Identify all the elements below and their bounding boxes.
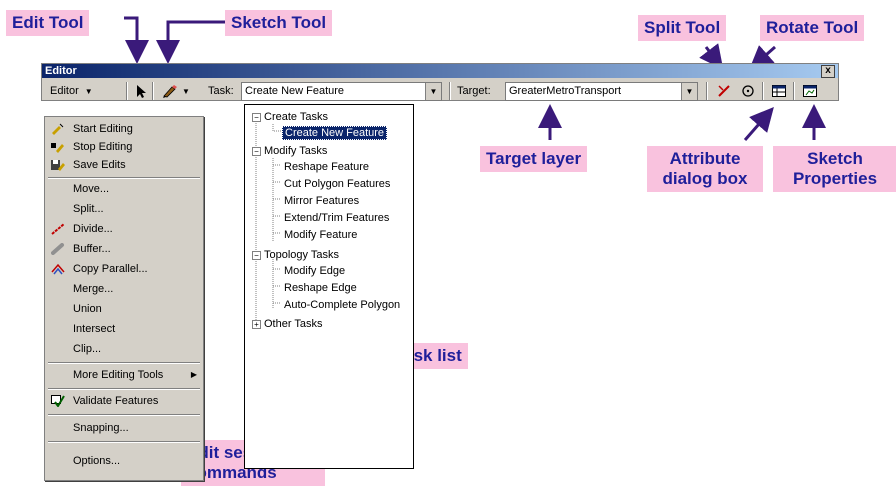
tree-group-other-tasks[interactable]: Other Tasks <box>264 316 323 332</box>
menu-item-merge[interactable]: Merge... <box>45 280 203 298</box>
expand-icon[interactable]: + <box>252 320 261 329</box>
callout-target-layer: Target layer <box>480 146 588 172</box>
menu-item-stop-editing[interactable]: Stop Editing <box>45 138 203 156</box>
menu-item-snapping[interactable]: Snapping... <box>45 419 203 437</box>
edit-tool-button[interactable] <box>132 82 150 100</box>
menu-item-split[interactable]: Split... <box>45 200 203 218</box>
chevron-down-icon: ▼ <box>182 86 190 96</box>
tree-item-modify-feature[interactable]: Modify Feature <box>284 227 357 243</box>
target-label: Target: <box>457 85 491 97</box>
target-value: GreaterMetroTransport <box>509 85 622 97</box>
editor-toolbar-window: Editor x Editor ▼ ▼ Task: Create New Fea… <box>41 63 839 101</box>
split-tool-button[interactable] <box>714 82 734 100</box>
menu-item-copy-parallel[interactable]: Copy Parallel... <box>45 260 203 278</box>
close-button[interactable]: x <box>821 65 835 78</box>
menu-item-union[interactable]: Union <box>45 300 203 318</box>
toolbar-separator <box>706 82 708 100</box>
tree-group-create-tasks[interactable]: Create Tasks <box>264 109 328 125</box>
editor-menu-label: Editor <box>50 85 79 97</box>
toolbar-separator <box>793 82 795 100</box>
menu-separator <box>48 388 200 390</box>
callout-edit-tool: Edit Tool <box>6 10 90 36</box>
menu-item-divide[interactable]: Divide... <box>45 220 203 238</box>
tree-item-auto-complete-polygon[interactable]: Auto-Complete Polygon <box>284 297 400 313</box>
sketch-tool-button[interactable]: ▼ <box>158 82 194 100</box>
editor-menu: Start Editing Stop Editing Save Edits Mo… <box>44 116 204 481</box>
menu-item-start-editing[interactable]: Start Editing <box>45 120 203 138</box>
menu-item-save-edits[interactable]: Save Edits <box>45 156 203 174</box>
task-list: − Create Tasks Create New Feature − Modi… <box>244 104 414 469</box>
menu-item-options[interactable]: Options... <box>45 452 203 470</box>
tree-item-reshape-feature[interactable]: Reshape Feature <box>284 159 369 175</box>
task-value: Create New Feature <box>245 85 345 97</box>
tree-item-mirror-features[interactable]: Mirror Features <box>284 193 359 209</box>
split-icon <box>718 85 730 97</box>
menu-item-move[interactable]: Move... <box>45 180 203 198</box>
save-icon <box>51 160 65 171</box>
task-label: Task: <box>208 85 234 97</box>
task-dropdown[interactable]: Create New Feature ▼ <box>241 82 442 101</box>
callout-split-tool: Split Tool <box>638 15 727 41</box>
window-title: Editor <box>45 65 77 77</box>
dropdown-arrow-icon[interactable]: ▼ <box>425 83 441 100</box>
menu-item-buffer[interactable]: Buffer... <box>45 240 203 258</box>
menu-separator <box>48 177 200 179</box>
callout-sketch-tool: Sketch Tool <box>225 10 333 36</box>
validate-icon <box>51 395 65 407</box>
tree-group-topology-tasks[interactable]: Topology Tasks <box>264 247 339 263</box>
divide-icon <box>51 223 65 235</box>
tree-item-create-new-feature[interactable]: Create New Feature <box>282 125 388 141</box>
attributes-button[interactable] <box>769 82 789 100</box>
menu-separator <box>48 441 200 443</box>
chevron-right-icon: ▶ <box>190 370 197 379</box>
chevron-down-icon: ▼ <box>84 86 93 96</box>
sketch-properties-button[interactable] <box>800 82 820 100</box>
stop-editing-icon <box>51 143 64 153</box>
start-editing-icon <box>52 123 64 135</box>
callout-rotate-tool: Rotate Tool <box>760 15 865 41</box>
callout-sketch-properties: Sketch Properties <box>773 146 896 192</box>
collapse-icon[interactable]: − <box>252 251 261 260</box>
tree-item-extend-trim-features[interactable]: Extend/Trim Features <box>284 210 389 226</box>
target-dropdown[interactable]: GreaterMetroTransport ▼ <box>505 82 698 101</box>
rotate-tool-button[interactable] <box>738 82 758 100</box>
copy-parallel-icon <box>51 263 65 275</box>
collapse-icon[interactable]: − <box>252 113 261 122</box>
toolbar-separator <box>449 82 451 100</box>
callout-attribute-dialog: Attribute dialog box <box>647 146 763 192</box>
menu-item-more-editing-tools[interactable]: More Editing Tools ▶ <box>45 366 203 384</box>
menu-item-clip[interactable]: Clip... <box>45 340 203 358</box>
table-icon <box>772 85 786 97</box>
menu-separator <box>48 414 200 416</box>
tree-item-cut-polygon-features[interactable]: Cut Polygon Features <box>284 176 390 192</box>
editor-menu-button[interactable]: Editor ▼ <box>50 82 122 100</box>
toolbar-separator <box>126 82 128 100</box>
toolbar-separator <box>762 82 764 100</box>
rotate-icon <box>742 85 754 97</box>
tree-group-modify-tasks[interactable]: Modify Tasks <box>264 143 327 159</box>
arrow-pointer-icon <box>137 84 146 98</box>
collapse-icon[interactable]: − <box>252 147 261 156</box>
menu-item-validate-features[interactable]: Validate Features <box>45 392 203 410</box>
tree-item-reshape-edge[interactable]: Reshape Edge <box>284 280 357 296</box>
pencil-icon <box>163 85 178 98</box>
menu-separator <box>48 362 200 364</box>
menu-item-intersect[interactable]: Intersect <box>45 320 203 338</box>
dropdown-arrow-icon[interactable]: ▼ <box>681 83 697 100</box>
tree-item-modify-edge[interactable]: Modify Edge <box>284 263 345 279</box>
buffer-icon <box>51 243 64 255</box>
toolbar-separator <box>152 82 154 100</box>
title-bar[interactable]: Editor <box>42 64 838 78</box>
sketch-properties-icon <box>803 85 817 97</box>
